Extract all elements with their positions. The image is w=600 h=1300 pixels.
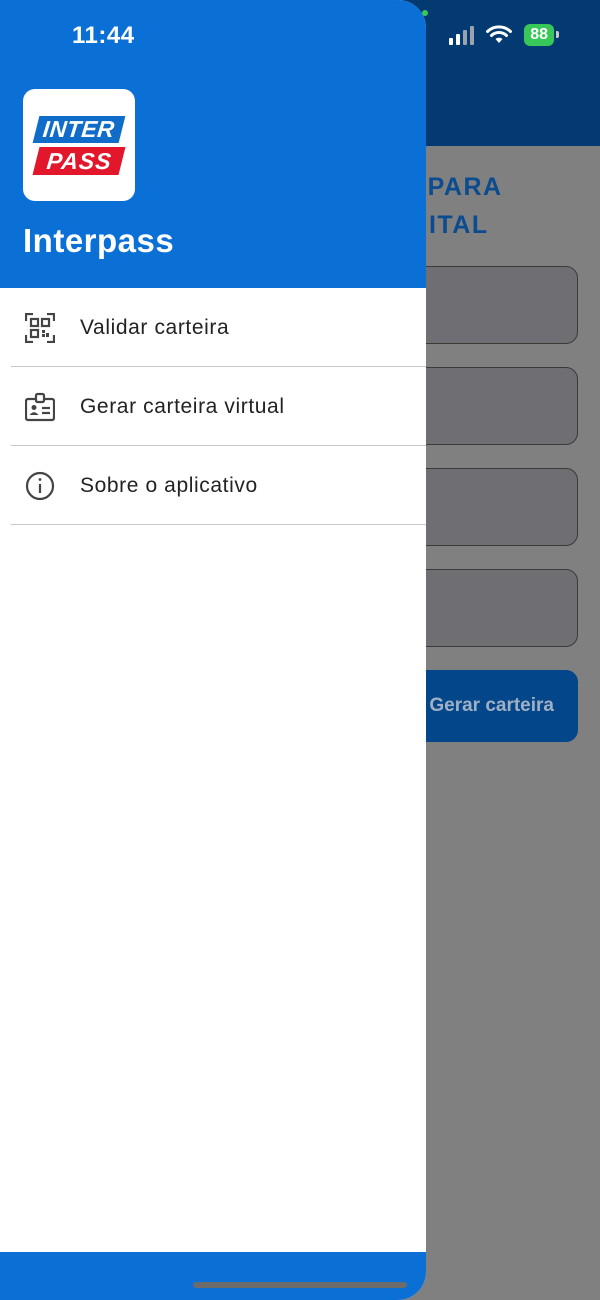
app-logo: INTER PASS [23, 89, 135, 201]
id-badge-icon [24, 391, 56, 423]
drawer-title: Interpass [23, 222, 175, 259]
home-indicator[interactable] [193, 1282, 407, 1288]
battery-icon: 88 [524, 24, 559, 46]
logo-top-text: INTER [41, 116, 117, 142]
info-icon [24, 470, 56, 502]
privacy-indicator-dot [422, 10, 428, 16]
logo-bottom-text: PASS [45, 147, 113, 174]
menu-item-label: Gerar carteira virtual [80, 394, 285, 418]
battery-level: 88 [530, 26, 548, 43]
menu-item-validar-carteira[interactable]: Validar carteira [0, 288, 426, 367]
drawer-menu: Validar carteira Gerar carteira virtual [0, 288, 426, 525]
navigation-drawer: INTER PASS Interpass Validar carteira Ge… [0, 0, 426, 1300]
cellular-signal-icon [449, 25, 475, 45]
logo-pass-band: PASS [32, 147, 126, 175]
menu-item-gerar-carteira-virtual[interactable]: Gerar carteira virtual [0, 367, 426, 446]
drawer-header: INTER PASS Interpass [0, 0, 426, 288]
menu-item-label: Sobre o aplicativo [80, 473, 258, 497]
status-bar-time: 11:44 [72, 22, 135, 49]
drawer-footer [0, 1252, 426, 1300]
menu-item-label: Validar carteira [80, 315, 230, 339]
qr-code-icon [24, 312, 56, 344]
wifi-icon [486, 25, 513, 43]
status-bar-icons: 88 [449, 24, 559, 46]
logo-inter-band: INTER [32, 116, 126, 143]
menu-item-sobre-o-aplicativo[interactable]: Sobre o aplicativo [0, 446, 426, 525]
